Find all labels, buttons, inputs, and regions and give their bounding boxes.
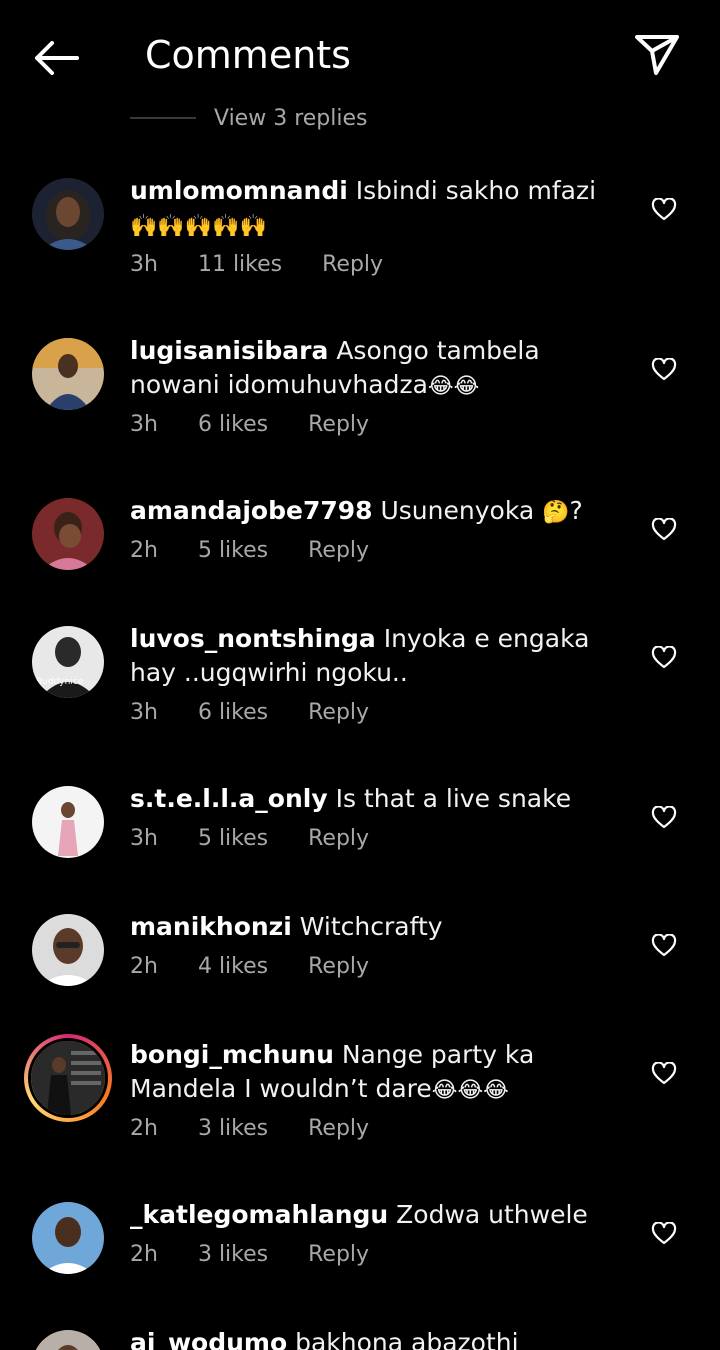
- back-button[interactable]: [28, 32, 84, 84]
- like-button[interactable]: [648, 1218, 680, 1250]
- comment-likes[interactable]: 5 likes: [198, 538, 268, 563]
- comment-body: umlomomnandi Isbindi sakho mfazi 🙌🙌🙌🙌🙌: [130, 174, 620, 244]
- replies-divider: [130, 117, 196, 119]
- comment-text: bakhona abazothi: [295, 1328, 519, 1350]
- avatar[interactable]: [32, 338, 104, 410]
- comment-time: 2h: [130, 954, 158, 979]
- reply-button[interactable]: Reply: [322, 252, 383, 277]
- like-button[interactable]: [648, 930, 680, 962]
- avatar[interactable]: [32, 1202, 104, 1274]
- comment-time: 2h: [130, 1116, 158, 1141]
- avatar-story-ring[interactable]: [24, 1034, 112, 1122]
- avatar[interactable]: Buddynice: [32, 626, 104, 698]
- comment-username[interactable]: bongi_mchunu: [130, 1040, 334, 1069]
- avatar[interactable]: [32, 786, 104, 858]
- heart-icon: [651, 1062, 677, 1085]
- view-replies-link[interactable]: View 3 replies: [130, 100, 367, 136]
- comment-body: aj_wodumo bakhona abazothi: [130, 1326, 620, 1350]
- reply-button[interactable]: Reply: [308, 826, 369, 851]
- comment-likes[interactable]: 5 likes: [198, 826, 268, 851]
- comment-likes[interactable]: 11 likes: [198, 252, 282, 277]
- page-title: Comments: [145, 33, 351, 77]
- comment-meta: 2h 3 likes Reply: [130, 1116, 409, 1141]
- reply-button[interactable]: Reply: [308, 1242, 369, 1267]
- like-button[interactable]: [648, 802, 680, 834]
- comment-emojis: 🤔: [542, 500, 570, 525]
- heart-icon: [651, 646, 677, 669]
- comment-username[interactable]: amandajobe7798: [130, 496, 373, 525]
- like-button[interactable]: [648, 642, 680, 674]
- comment-time: 2h: [130, 1242, 158, 1267]
- comment-text: Usunenyoka: [380, 496, 535, 525]
- comment-time: 3h: [130, 700, 158, 725]
- heart-icon: [651, 934, 677, 957]
- comment-body: _katlegomahlangu Zodwa uthwele: [130, 1198, 620, 1232]
- like-button[interactable]: [648, 194, 680, 226]
- comment-meta: 3h 5 likes Reply: [130, 826, 409, 851]
- arrow-left-icon: [35, 41, 79, 75]
- heart-icon: [651, 358, 677, 381]
- comments-screen: Comments View 3 replies umlomomnandi Isb…: [0, 0, 720, 1350]
- comment-meta: 2h 5 likes Reply: [130, 538, 409, 563]
- comment-emojis: 😂😂😂: [431, 1078, 509, 1103]
- comment-body: s.t.e.l.l.a_only Is that a live snake: [130, 782, 620, 816]
- comment-time: 3h: [130, 252, 158, 277]
- comment-meta: 3h 11 likes Reply: [130, 252, 423, 277]
- comment-username[interactable]: umlomomnandi: [130, 176, 348, 205]
- header: Comments: [0, 0, 720, 110]
- comment-username[interactable]: _katlegomahlangu: [130, 1200, 388, 1229]
- avatar[interactable]: [32, 498, 104, 570]
- comment-body: manikhonzi Witchcrafty: [130, 910, 620, 944]
- comment-text: Zodwa uthwele: [396, 1200, 588, 1229]
- avatar: [28, 1038, 108, 1118]
- paper-plane-icon: [635, 35, 679, 75]
- avatar[interactable]: [32, 1330, 104, 1350]
- like-button[interactable]: [648, 514, 680, 546]
- reply-button[interactable]: Reply: [308, 700, 369, 725]
- heart-icon: [651, 198, 677, 221]
- comment-likes[interactable]: 6 likes: [198, 412, 268, 437]
- comment-emojis: 😂😂: [427, 374, 480, 399]
- like-button[interactable]: [648, 1058, 680, 1090]
- comment-emojis: 🙌🙌🙌🙌🙌: [130, 214, 267, 239]
- avatar-caption: Buddynice: [36, 677, 84, 687]
- comment-likes[interactable]: 3 likes: [198, 1116, 268, 1141]
- comment-username[interactable]: s.t.e.l.l.a_only: [130, 784, 328, 813]
- view-replies-label: View 3 replies: [214, 105, 368, 131]
- comment-text: Witchcrafty: [299, 912, 443, 941]
- avatar[interactable]: [32, 178, 104, 250]
- reply-button[interactable]: Reply: [308, 538, 369, 563]
- comment-username[interactable]: lugisanisibara: [130, 336, 328, 365]
- comment-time: 2h: [130, 538, 158, 563]
- comment-username[interactable]: luvos_nontshinga: [130, 624, 376, 653]
- comment-meta: 2h 4 likes Reply: [130, 954, 409, 979]
- heart-icon: [651, 806, 677, 829]
- comment-likes[interactable]: 3 likes: [198, 1242, 268, 1267]
- comment-time: 3h: [130, 826, 158, 851]
- like-button[interactable]: [648, 354, 680, 386]
- comment-body: luvos_nontshinga Inyoka e engaka hay ..u…: [130, 622, 620, 690]
- comment-text: Isbindi sakho mfazi: [355, 176, 597, 205]
- comment-time: 3h: [130, 412, 158, 437]
- comment-meta: 3h 6 likes Reply: [130, 700, 409, 725]
- comment-username[interactable]: manikhonzi: [130, 912, 292, 941]
- comment-suffix: ?: [569, 496, 583, 525]
- comment-likes[interactable]: 4 likes: [198, 954, 268, 979]
- comment-username[interactable]: aj_wodumo: [130, 1328, 287, 1350]
- heart-icon: [651, 518, 677, 541]
- share-button[interactable]: [630, 28, 684, 82]
- comment-body: bongi_mchunu Nange party ka Mandela I wo…: [130, 1038, 620, 1108]
- heart-icon: [651, 1222, 677, 1245]
- reply-button[interactable]: Reply: [308, 954, 369, 979]
- comment-likes[interactable]: 6 likes: [198, 700, 268, 725]
- comment-meta: 3h 6 likes Reply: [130, 412, 409, 437]
- comment-text: Is that a live snake: [335, 784, 572, 813]
- avatar[interactable]: [32, 914, 104, 986]
- comment-meta: 2h 3 likes Reply: [130, 1242, 409, 1267]
- comment-body: lugisanisibara Asongo tambela nowani ido…: [130, 334, 620, 404]
- comment-body: amandajobe7798 Usunenyoka 🤔?: [130, 494, 620, 530]
- reply-button[interactable]: Reply: [308, 1116, 369, 1141]
- reply-button[interactable]: Reply: [308, 412, 369, 437]
